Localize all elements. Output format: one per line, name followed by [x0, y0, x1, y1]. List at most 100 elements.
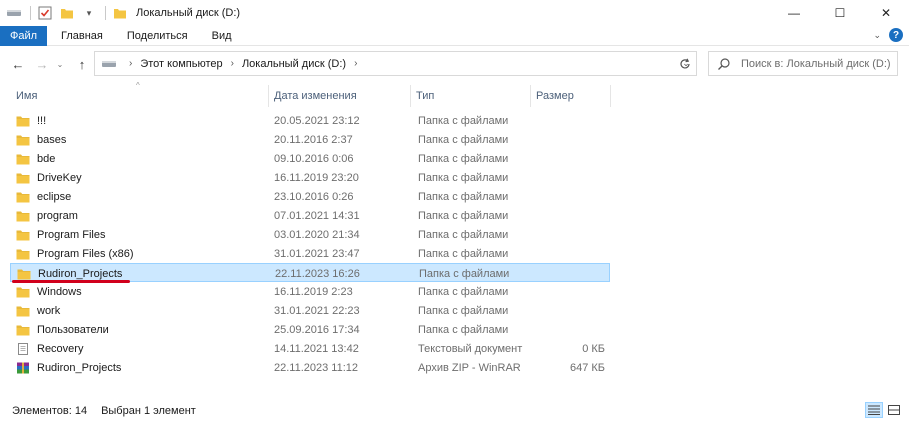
breadcrumb-separator-icon[interactable]: › — [129, 58, 132, 69]
new-folder-icon[interactable] — [59, 5, 75, 21]
address-bar[interactable]: › Этот компьютер › Локальный диск (D:) ›… — [94, 51, 697, 76]
folder-icon — [17, 268, 38, 280]
file-date: 16.11.2019 2:23 — [274, 285, 353, 298]
file-row[interactable]: Recovery 14.11.2021 13:42 Текстовый докуме… — [10, 339, 610, 358]
file-name-cell: !!! — [16, 111, 46, 130]
file-name: eclipse — [37, 190, 72, 203]
file-name: DriveKey — [37, 171, 82, 184]
file-name: bases — [37, 133, 67, 146]
breadcrumb-separator-icon[interactable]: › — [354, 58, 357, 69]
file-name: Windows — [37, 285, 82, 298]
file-name-cell: Recovery — [16, 339, 83, 358]
file-name-cell: eclipse — [16, 187, 71, 206]
file-row[interactable]: bases 20.11.2016 2:37 Папка с файлами — [10, 130, 610, 149]
breadcrumb-this-pc[interactable]: Этот компьютер — [140, 58, 222, 70]
large-icons-view-button[interactable] — [885, 402, 903, 418]
file-size — [530, 244, 605, 263]
drive-icon[interactable] — [6, 5, 22, 21]
tab-home[interactable]: Главная — [49, 26, 115, 46]
file-row[interactable]: Program Files (x86) 31.01.2021 23:47 Папка… — [10, 244, 610, 263]
search-box[interactable]: Поиск в: Локальный диск (D:) — [708, 51, 898, 76]
file-type: Папка с файлами — [418, 285, 509, 298]
column-header-type[interactable]: Тип — [410, 85, 530, 107]
file-name: Recovery — [37, 342, 84, 355]
expand-ribbon-icon[interactable]: ⌄ — [873, 30, 881, 41]
breadcrumb-local-disk[interactable]: Локальный диск (D:) — [242, 58, 346, 70]
file-type: Папка с файлами — [418, 152, 509, 165]
file-row[interactable]: Windows 16.11.2019 2:23 Папка с файлами — [10, 282, 610, 301]
tab-view[interactable]: Вид — [200, 26, 244, 46]
file-row[interactable]: eclipse 23.10.2016 0:26 Папка с файлами — [10, 187, 610, 206]
folder-icon — [16, 191, 37, 203]
drive-icon — [101, 59, 117, 69]
customize-dropdown-icon[interactable]: ▾ — [81, 5, 97, 21]
file-name-cell: Program Files (x86) — [16, 244, 134, 263]
folder-icon — [16, 286, 37, 298]
file-row[interactable]: Rudiron_Projects 22.11.2023 11:12 Архив ZI… — [10, 358, 610, 377]
file-name: program — [37, 209, 78, 222]
column-header-size[interactable]: Размер — [530, 85, 610, 107]
minimize-button[interactable]: — — [771, 0, 817, 26]
file-size — [530, 206, 605, 225]
back-button[interactable]: ← — [8, 54, 28, 74]
file-list: !!! 20.05.2021 23:12 Папка с файлами bases 2… — [10, 111, 610, 377]
file-name-cell: Пользователи — [16, 320, 109, 339]
file-row[interactable]: Пользователи 25.09.2016 17:34 Папка с файл… — [10, 320, 610, 339]
quick-access-toolbar: ▾ Локальный диск (D:) — [0, 0, 240, 26]
file-type: Папка с файлами — [418, 133, 509, 146]
file-row[interactable]: !!! 20.05.2021 23:12 Папка с файлами — [10, 111, 610, 130]
tab-file[interactable]: Файл — [0, 25, 47, 46]
column-header-date[interactable]: Дата изменения — [268, 85, 410, 107]
folder-icon — [16, 248, 37, 260]
items-count: Элементов: 14 — [12, 404, 88, 417]
window-title: Локальный диск (D:) — [136, 7, 241, 19]
file-date: 09.10.2016 0:06 — [274, 152, 354, 165]
up-button[interactable]: ↑ — [72, 54, 92, 74]
file-size: 647 КБ — [569, 361, 605, 374]
navigation-bar: ← → ⌄ ↑ › Этот компьютер › Локальный дис… — [0, 47, 909, 81]
file-size — [530, 301, 605, 320]
file-row[interactable]: work 31.01.2021 22:23 Папка с файлами — [10, 301, 610, 320]
file-row[interactable]: DriveKey 16.11.2019 23:20 Папка с файлами — [10, 168, 610, 187]
file-name-cell: bde — [16, 149, 55, 168]
file-type: Папка с файлами — [418, 228, 509, 241]
file-date: 22.11.2023 11:12 — [274, 361, 359, 374]
recent-locations-icon[interactable]: ⌄ — [50, 54, 70, 74]
tab-share[interactable]: Поделиться — [115, 26, 200, 46]
file-type: Папка с файлами — [418, 304, 509, 317]
column-header-name[interactable]: Имя — [10, 85, 268, 107]
file-size — [530, 187, 605, 206]
file-type: Папка с файлами — [418, 209, 509, 222]
file-size: 0 КБ — [582, 342, 605, 355]
file-row[interactable]: bde 09.10.2016 0:06 Папка с файлами — [10, 149, 610, 168]
file-type: Архив ZIP - WinRAR — [418, 361, 521, 374]
forward-button[interactable]: → — [32, 54, 52, 74]
file-name: Rudiron_Projects — [38, 267, 123, 280]
details-view-button[interactable] — [865, 402, 883, 418]
file-date: 16.11.2019 23:20 — [274, 171, 359, 184]
folder-icon — [16, 134, 37, 146]
text-document-icon — [16, 342, 37, 355]
file-date: 23.10.2016 0:26 — [274, 190, 354, 203]
close-button[interactable]: ✕ — [863, 0, 909, 26]
help-icon[interactable]: ? — [889, 28, 903, 42]
ribbon-tabs: Файл Главная Поделиться Вид ⌄ ? — [0, 25, 909, 46]
file-row[interactable]: Program Files 03.01.2020 21:34 Папка с фай… — [10, 225, 610, 244]
maximize-button[interactable]: ☐ — [817, 0, 863, 26]
file-type: Папка с файлами — [419, 267, 510, 280]
file-size — [531, 264, 606, 283]
refresh-button[interactable] — [673, 51, 697, 76]
file-row[interactable]: program 07.01.2021 14:31 Папка с файлами — [10, 206, 610, 225]
file-name-cell: bases — [16, 130, 66, 149]
file-name: work — [37, 304, 61, 317]
file-name: bde — [37, 152, 56, 165]
properties-checkbox-icon[interactable] — [37, 5, 53, 21]
file-name-cell: program — [16, 206, 78, 225]
file-date: 31.01.2021 22:23 — [274, 304, 360, 317]
search-icon — [717, 57, 731, 71]
file-type: Папка с файлами — [418, 114, 509, 127]
breadcrumb-separator-icon[interactable]: › — [231, 58, 234, 69]
file-type: Папка с файлами — [418, 190, 509, 203]
folder-icon — [16, 324, 37, 336]
file-size — [530, 111, 605, 130]
